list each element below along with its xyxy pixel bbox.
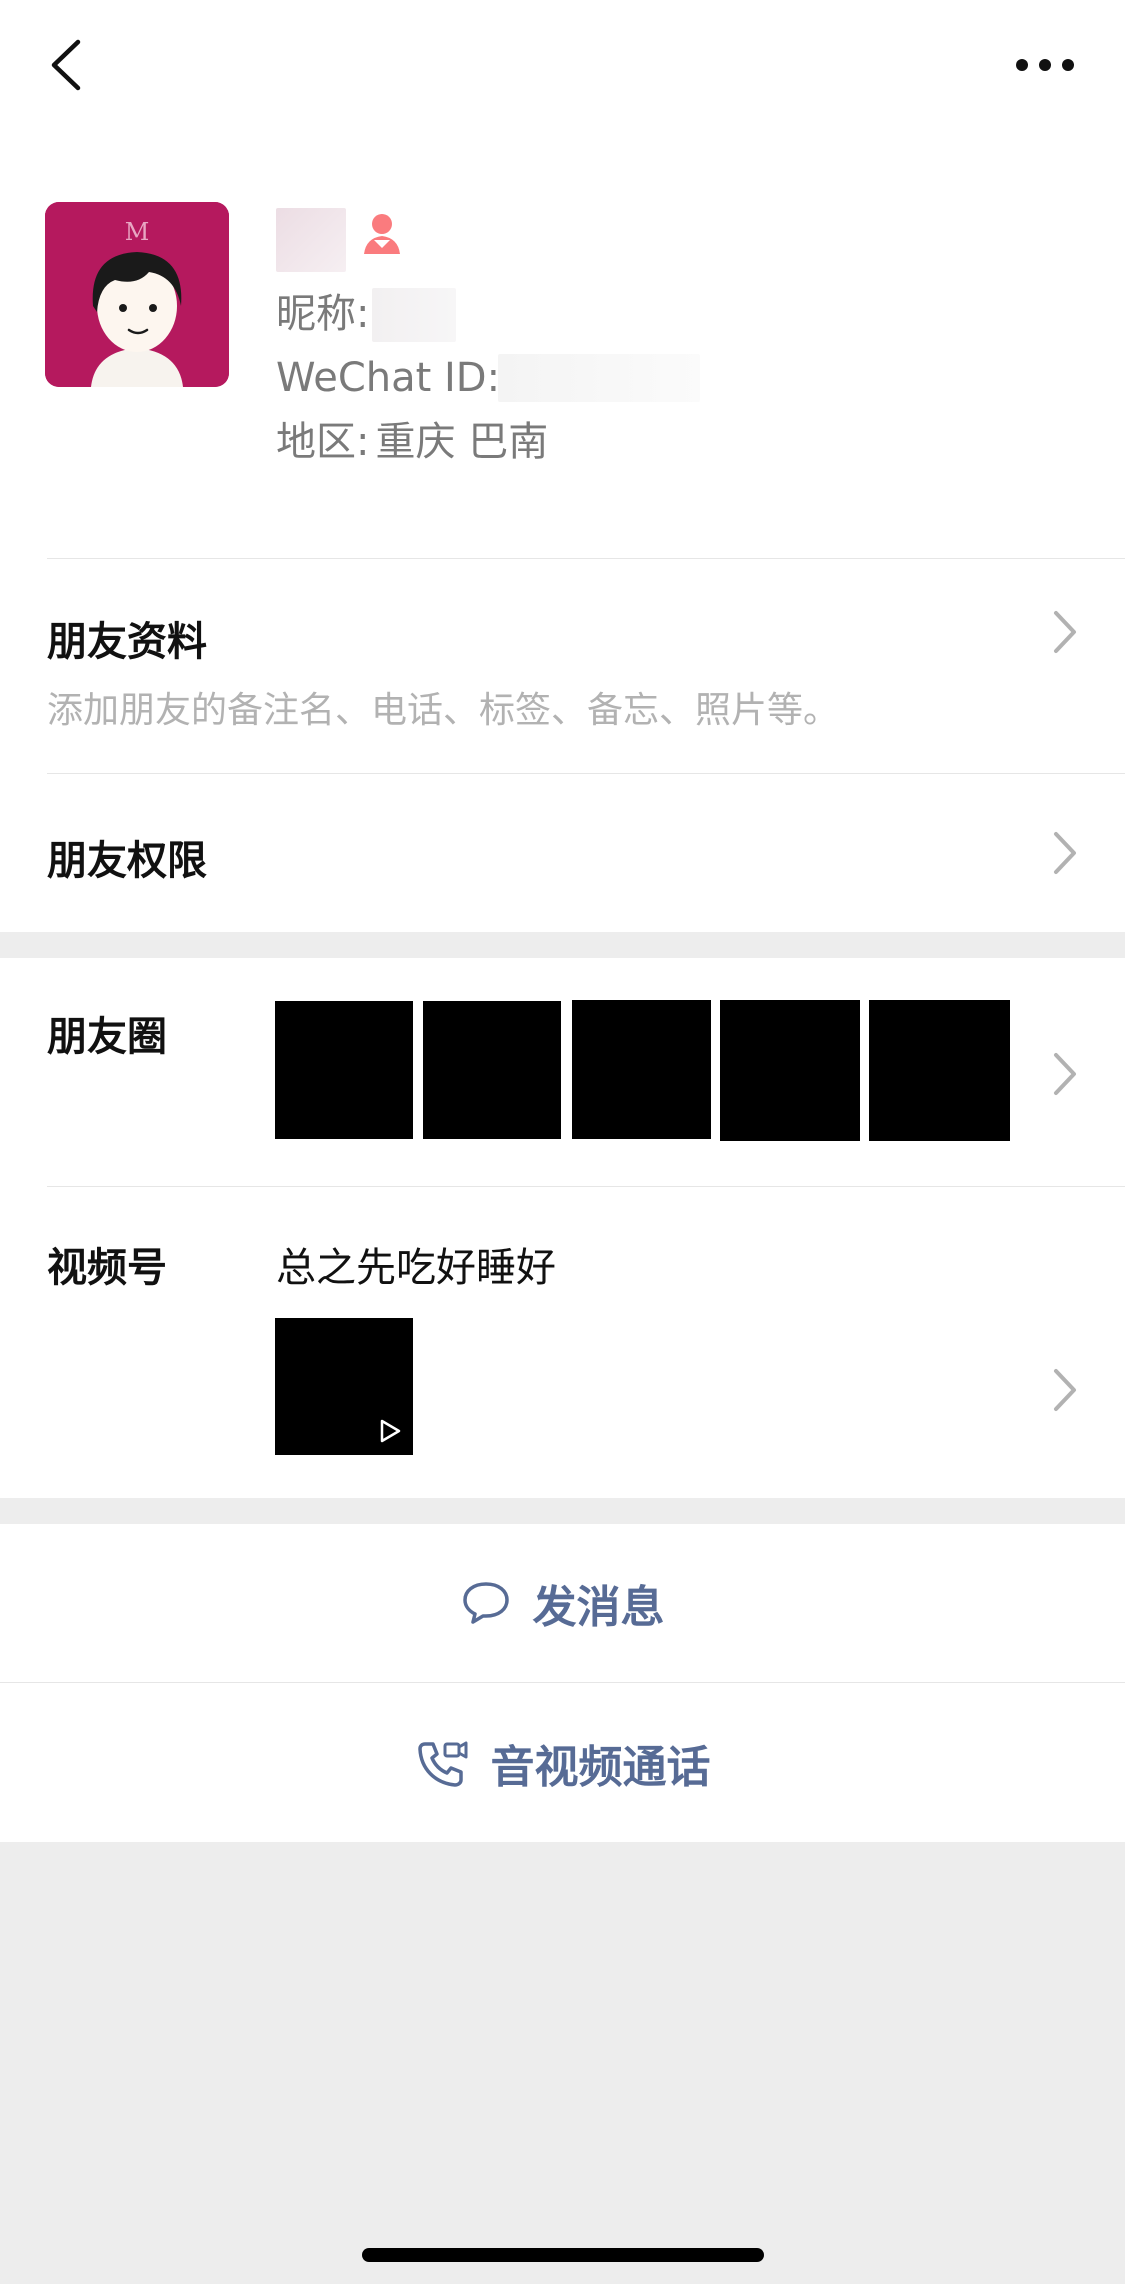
channels-row[interactable]: 视频号 总之先吃好睡好 (0, 1187, 1125, 1498)
chevron-left-icon (51, 39, 81, 91)
send-message-button[interactable]: 发消息 (0, 1524, 1125, 1682)
moments-thumbnail (572, 1000, 711, 1139)
back-button[interactable] (36, 30, 96, 100)
moments-thumbnail (423, 1001, 561, 1139)
chevron-right-icon (1054, 832, 1076, 874)
divider (0, 1682, 1125, 1683)
region-value: 重庆 巴南 (375, 419, 549, 465)
nickname-value-redacted (372, 288, 456, 342)
video-call-label: 音视频通话 (490, 1742, 711, 1793)
wechat-id-line: WeChat ID: (276, 350, 500, 406)
video-call-button[interactable]: 音视频通话 (0, 1684, 1125, 1842)
friend-permissions-title: 朋友权限 (47, 838, 207, 884)
moments-thumbnail (869, 1000, 1010, 1141)
friend-permissions-row[interactable]: 朋友权限 (0, 774, 1125, 932)
channel-name: 总之先吃好睡好 (276, 1245, 556, 1291)
avatar[interactable]: M (45, 202, 229, 387)
home-indicator[interactable] (362, 2248, 764, 2262)
channels-title: 视频号 (47, 1245, 167, 1291)
chevron-right-icon (1054, 611, 1076, 653)
friend-info-subtitle: 添加朋友的备注名、电话、标签、备忘、照片等。 (47, 690, 840, 731)
chevron-right-icon (1054, 1369, 1076, 1411)
nav-bar (0, 0, 1125, 130)
moments-thumbnail (275, 1001, 413, 1139)
chat-bubble-icon (462, 1582, 509, 1624)
svg-text:M: M (125, 218, 150, 246)
phone-video-icon (417, 1741, 467, 1787)
moments-title: 朋友圈 (47, 1014, 167, 1060)
send-message-label: 发消息 (532, 1582, 665, 1633)
wechat-id-value-redacted (498, 354, 700, 402)
nickname-label: 昵称: (276, 291, 370, 337)
ellipsis-icon (1016, 59, 1074, 71)
friend-info-row[interactable]: 朋友资料 添加朋友的备注名、电话、标签、备忘、照片等。 (0, 559, 1125, 773)
moments-thumbnail (720, 1000, 860, 1141)
region-line: 地区: 重庆 巴南 (276, 414, 548, 470)
play-icon (380, 1419, 401, 1443)
avatar-illustration: M (45, 202, 229, 387)
display-name-redacted (276, 208, 346, 272)
nickname-line: 昵称: (276, 286, 369, 342)
wechat-id-label: WeChat ID: (276, 355, 501, 401)
more-options-button[interactable] (1000, 30, 1090, 100)
chevron-right-icon (1054, 1053, 1076, 1095)
region-label: 地区: (276, 419, 370, 465)
friend-info-title: 朋友资料 (47, 619, 207, 665)
female-icon (364, 214, 400, 254)
action-panel: 发消息 音视频通话 (0, 1524, 1125, 1842)
